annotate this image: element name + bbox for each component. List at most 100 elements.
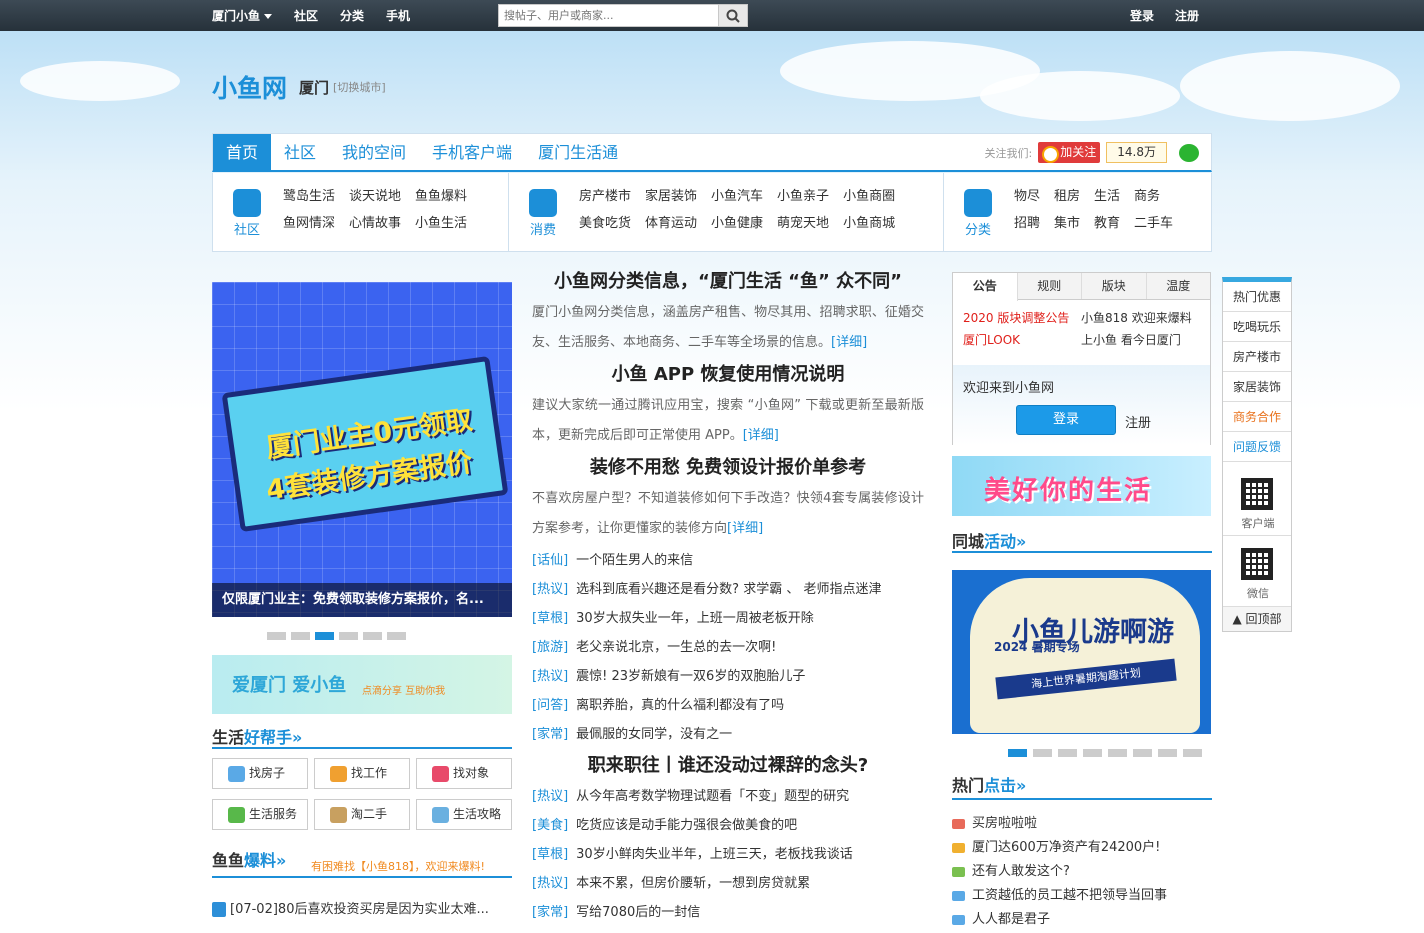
notice-link[interactable]: 2020 版块调整公告 (963, 310, 1081, 326)
back-to-top-button[interactable]: ▲ 回顶部 (1223, 606, 1291, 631)
site-menu[interactable]: 厦门小鱼 (212, 7, 273, 24)
category-link[interactable]: 物尽 (1014, 187, 1040, 206)
category-link[interactable]: 谈天说地 (349, 187, 401, 206)
list-item[interactable]: [问答] 离职养胎，真的什么福利都没有了吗 (532, 691, 924, 720)
carousel-dot[interactable] (1133, 749, 1152, 757)
carousel-dot[interactable] (1183, 749, 1202, 757)
news-headline[interactable]: 小鱼 APP 恢复使用情况说明 (532, 358, 924, 391)
top-link-community[interactable]: 社区 (294, 7, 318, 24)
hot-item[interactable]: 厦门达600万净资产有24200户! (952, 836, 1212, 860)
top-link-mobile[interactable]: 手机 (386, 7, 410, 24)
carousel-dot[interactable] (1083, 749, 1102, 757)
category-link[interactable]: 二手车 (1134, 214, 1173, 233)
news-headline[interactable]: 职来职往丨谁还没动过裸辞的念头? (532, 749, 924, 782)
carousel-dot-active[interactable] (315, 632, 334, 640)
search-button[interactable] (718, 4, 748, 27)
category-link[interactable]: 小鱼汽车 (711, 187, 763, 206)
hot-item[interactable]: 还有人敢发这个? (952, 860, 1212, 884)
tab-life-pass[interactable]: 厦门生活通 (525, 134, 631, 171)
category-link[interactable]: 租房 (1054, 187, 1080, 206)
category-link[interactable]: 生活 (1094, 187, 1120, 206)
top-link-category[interactable]: 分类 (340, 7, 364, 24)
category-link[interactable]: 房产楼市 (579, 187, 631, 206)
news-headline[interactable]: 小鱼网分类信息，“厦门生活 “鱼” 众不同” (532, 265, 924, 298)
category-link[interactable]: 教育 (1094, 214, 1120, 233)
carousel-dot[interactable] (1033, 749, 1052, 757)
list-item[interactable]: [草根] 30岁大叔失业一年，上班一周被老板开除 (532, 604, 924, 633)
login-button[interactable]: 登录 (1016, 405, 1116, 435)
hot-more-link[interactable]: 点击» (984, 776, 1026, 795)
carousel-dot[interactable] (1158, 749, 1177, 757)
carousel-caption[interactable]: 仅限厦门业主：免费领取装修方案报价，名... (212, 583, 512, 617)
carousel-dot[interactable] (387, 632, 406, 640)
tab-rules[interactable]: 规则 (1018, 273, 1082, 299)
list-item[interactable]: [热议] 选科到底看兴趣还是看分数? 求学霸 、 老师指点迷津 (532, 575, 924, 604)
baoliao-item[interactable]: [07-02]80后喜欢投资买房是因为实业太难... (212, 898, 489, 917)
float-link[interactable]: 吃喝玩乐 (1223, 312, 1291, 342)
baoliao-more-link[interactable]: 爆料» (244, 851, 286, 870)
float-link-business[interactable]: 商务合作 (1223, 402, 1291, 432)
tab-my-space[interactable]: 我的空间 (329, 134, 419, 171)
category-label[interactable]: 消费 (523, 219, 563, 238)
category-link[interactable]: 小鱼商城 (843, 214, 895, 233)
helper-find-job[interactable]: 找工作 (314, 758, 410, 789)
tab-boards[interactable]: 版块 (1082, 273, 1147, 299)
category-link[interactable]: 小鱼生活 (415, 214, 467, 233)
category-link[interactable]: 鱼鱼爆料 (415, 187, 467, 206)
wechat-qr-icon[interactable] (1241, 548, 1273, 580)
carousel-dot[interactable] (1058, 749, 1077, 757)
helper-find-partner[interactable]: 找对象 (416, 758, 512, 789)
category-link[interactable]: 家居装饰 (645, 187, 697, 206)
category-link[interactable]: 心情故事 (349, 214, 401, 233)
activity-more-link[interactable]: 活动» (984, 532, 1026, 551)
switch-city-link[interactable]: [切换城市] (333, 79, 386, 95)
activity-carousel[interactable]: 小鱼儿游啊游 2024 暑期专场 海上世界暑期淘趣计划 (952, 570, 1211, 734)
list-item[interactable]: [家常] 写给7080后的一封信 (532, 898, 924, 927)
wechat-icon[interactable] (1179, 143, 1199, 162)
helper-second-hand[interactable]: 淘二手 (314, 799, 410, 830)
category-link[interactable]: 体育运动 (645, 214, 697, 233)
tab-home[interactable]: 首页 (213, 134, 272, 171)
helper-life-service[interactable]: 生活服务 (212, 799, 308, 830)
tab-community[interactable]: 社区 (271, 134, 329, 171)
float-link[interactable]: 热门优惠 (1223, 282, 1291, 312)
category-link[interactable]: 集市 (1054, 214, 1080, 233)
detail-link[interactable]: [详细] (743, 428, 779, 443)
qr-code-icon[interactable] (1241, 478, 1273, 510)
love-xiamen-banner[interactable]: 爱厦门 爱小鱼 点滴分享 互助你我 (212, 655, 512, 714)
list-item[interactable]: [热议] 从今年高考数学物理试题看「不变」题型的研究 (532, 782, 924, 811)
notice-link[interactable]: 厦门LOOK (963, 332, 1081, 348)
list-item[interactable]: [草根] 30岁小鲜肉失业半年，上班三天，老板找我谈话 (532, 840, 924, 869)
category-link[interactable]: 小鱼健康 (711, 214, 763, 233)
list-item[interactable]: [家常] 最佩服的女同学，没有之一 (532, 720, 924, 749)
category-link[interactable]: 招聘 (1014, 214, 1040, 233)
search-input[interactable] (498, 4, 718, 27)
category-label[interactable]: 分类 (958, 219, 998, 238)
life-banner[interactable]: 美好你的生活 (952, 456, 1211, 516)
tab-notice[interactable]: 公告 (953, 273, 1018, 301)
helper-life-guide[interactable]: 生活攻略 (416, 799, 512, 830)
float-link-feedback[interactable]: 问题反馈 (1223, 432, 1291, 462)
hot-item[interactable]: 人人都是君子 (952, 908, 1212, 932)
category-link[interactable]: 商务 (1134, 187, 1173, 206)
hot-item[interactable]: 买房啦啦啦 (952, 812, 1212, 836)
category-link[interactable]: 美食吃货 (579, 214, 631, 233)
site-logo[interactable]: 小鱼网 厦门 [切换城市] (212, 70, 386, 104)
hot-item[interactable]: 工资越低的员工越不把领导当回事 (952, 884, 1212, 908)
baoliao-note[interactable]: 有困难找【小鱼818】，欢迎来爆料! (311, 858, 485, 874)
notice-link[interactable]: 小鱼818 欢迎来爆料 (1081, 310, 1201, 326)
tab-temperature[interactable]: 温度 (1147, 273, 1211, 299)
list-item[interactable]: [热议] 本来不累，但房价腰斩，一想到房贷就累 (532, 869, 924, 898)
list-item[interactable]: [美食] 吃货应该是动手能力强很会做美食的吧 (532, 811, 924, 840)
helper-find-house[interactable]: 找房子 (212, 758, 308, 789)
register-link[interactable]: 注册 (1125, 412, 1151, 431)
detail-link[interactable]: [详细] (831, 335, 867, 350)
tab-mobile-client[interactable]: 手机客户端 (419, 134, 525, 171)
list-item[interactable]: [旅游] 老父亲说北京，一生总的去一次啊! (532, 633, 924, 662)
detail-link[interactable]: [详细] (727, 521, 763, 536)
carousel-dot-active[interactable] (1008, 749, 1027, 757)
float-link[interactable]: 房产楼市 (1223, 342, 1291, 372)
float-link[interactable]: 家居装饰 (1223, 372, 1291, 402)
category-link[interactable]: 鹭岛生活 (283, 187, 335, 206)
carousel-dot[interactable] (291, 632, 310, 640)
